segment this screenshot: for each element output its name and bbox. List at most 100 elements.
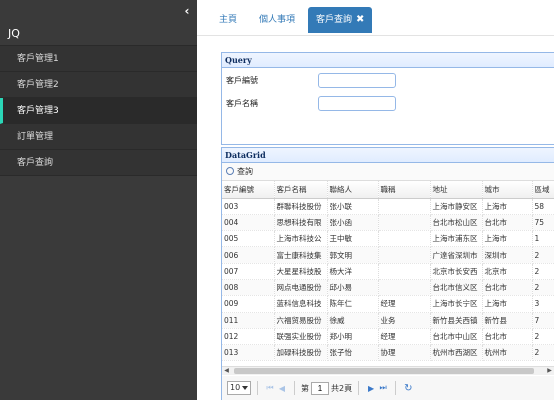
- table-cell: 3: [532, 295, 554, 313]
- table-cell: 六福贸易股份: [274, 312, 328, 329]
- table-cell: 郭文明: [327, 246, 379, 264]
- page-size-value: 10: [230, 383, 241, 392]
- tab-customer-query-label: 客戶查詢: [316, 15, 353, 25]
- table-cell: 杭州市西湖区: [430, 344, 483, 362]
- table-cell: 58: [532, 198, 554, 215]
- table-row[interactable]: 004 思想科技有限 张小函 台北市松山区 台北市 75: [222, 214, 554, 232]
- table-cell: 2: [532, 344, 554, 362]
- table-cell: 上海市静安区: [430, 198, 483, 215]
- table-cell: 蓝科信息科技: [274, 295, 328, 313]
- search-button[interactable]: 查詢: [226, 167, 253, 176]
- table-cell: 上海市: [482, 230, 533, 248]
- divider: [294, 381, 295, 395]
- table-cell: 1: [532, 230, 554, 248]
- datagrid-table-wrap: 客戶編號 客戶名稱 聯絡人 職稱 地址 城市 區域 003 群聯科技股份 张小联 上海…: [222, 181, 554, 366]
- next-page-icon[interactable]: ▶: [365, 384, 377, 393]
- column-header[interactable]: 客戶編號: [222, 181, 275, 199]
- column-header[interactable]: 客戶名稱: [274, 181, 328, 199]
- table-cell: 2: [532, 246, 554, 264]
- table-row[interactable]: 007 大星星科技股 杨大洋 北京市长安西 北京市 2: [222, 263, 554, 280]
- column-header[interactable]: 城市: [482, 181, 533, 199]
- sidebar-item-customer-mgmt-1[interactable]: 客戶管理1: [0, 46, 197, 72]
- customer-name-label: 客戶名稱: [226, 99, 258, 108]
- table-row[interactable]: 003 群聯科技股份 张小联 上海市静安区 上海市 58: [222, 198, 554, 215]
- table-cell: 台北市中山区: [430, 328, 483, 346]
- collapse-sidebar-icon[interactable]: ‹: [181, 4, 193, 18]
- previous-page-icon[interactable]: ◀: [276, 384, 288, 393]
- search-icon: [226, 167, 234, 175]
- scrollbar-thumb[interactable]: [234, 368, 534, 374]
- table-cell: 业务: [378, 312, 431, 329]
- table-cell: [378, 246, 431, 264]
- search-button-label: 查詢: [237, 167, 253, 176]
- last-page-icon[interactable]: ⏭: [377, 383, 389, 393]
- tab-customer-query[interactable]: 客戶查詢 ✖: [308, 7, 373, 33]
- divider: [257, 381, 258, 395]
- customer-name-input[interactable]: [318, 96, 396, 111]
- sidebar: ‹ JQ 客戶管理1 客戶管理2 客戶管理3 訂單管理 客戶查詢: [0, 0, 197, 400]
- table-cell: [378, 214, 431, 232]
- table-cell: 上海市科技公: [274, 230, 328, 248]
- table-cell: [378, 279, 431, 297]
- first-page-icon[interactable]: ⏮: [264, 383, 276, 393]
- scroll-left-icon[interactable]: ◀: [222, 367, 231, 375]
- table-cell: 2: [532, 279, 554, 297]
- table-cell: [378, 230, 431, 248]
- customer-id-input[interactable]: [318, 73, 396, 88]
- header-row: 客戶編號 客戶名稱 聯絡人 職稱 地址 城市 區域: [222, 181, 554, 199]
- scroll-right-icon[interactable]: ▶: [545, 367, 554, 375]
- table-cell: 2: [532, 263, 554, 280]
- column-header[interactable]: 職稱: [378, 181, 431, 199]
- sidebar-item-customer-query[interactable]: 客戶查詢: [0, 150, 197, 176]
- page-size-select[interactable]: 10: [227, 381, 251, 395]
- table-cell: 北京市长安西: [430, 263, 483, 280]
- column-header[interactable]: 區域: [532, 181, 554, 199]
- table-cell: 006: [222, 246, 275, 264]
- table-cell: 台北市松山区: [430, 214, 483, 232]
- page-number-input[interactable]: [311, 381, 329, 395]
- table-cell: [378, 263, 431, 280]
- table-cell: 7: [532, 312, 554, 329]
- sidebar-item-customer-mgmt-3[interactable]: 客戶管理3: [0, 98, 197, 124]
- column-header[interactable]: 聯絡人: [327, 181, 379, 199]
- table-cell: 009: [222, 295, 275, 313]
- table-cell: 广達省深圳市: [430, 246, 483, 264]
- page-prefix-label: 第: [301, 383, 309, 393]
- tab-home[interactable]: 主頁: [219, 8, 237, 32]
- close-tab-icon[interactable]: ✖: [356, 14, 364, 25]
- table-cell: 郑小明: [327, 328, 379, 346]
- table-row[interactable]: 012 联强实业股份 郑小明 经理 台北市中山区 台北市 2: [222, 328, 554, 346]
- table-cell: 011: [222, 312, 275, 329]
- table-cell: 邱小易: [327, 279, 379, 297]
- table-cell: 013: [222, 344, 275, 362]
- tab-personal-items[interactable]: 個人事項: [259, 8, 295, 32]
- table-cell: 杭州市: [482, 344, 533, 362]
- datagrid-toolbar: 查詢: [222, 163, 554, 181]
- table-row[interactable]: 011 六福贸易股份 徐威 业务 新竹县关西镇 新竹县 7: [222, 312, 554, 329]
- sidebar-item-customer-mgmt-2[interactable]: 客戶管理2: [0, 72, 197, 98]
- table-cell: 新竹县: [482, 312, 533, 329]
- table-cell: 大星星科技股: [274, 263, 328, 280]
- tab-bar: 主頁 個人事項 客戶查詢 ✖: [197, 0, 554, 36]
- horizontal-scrollbar[interactable]: ◀ ▶: [222, 366, 554, 375]
- table-cell: 深圳市: [482, 246, 533, 264]
- table-cell: 004: [222, 214, 275, 232]
- sidebar-item-order-mgmt[interactable]: 訂單管理: [0, 124, 197, 150]
- table-row[interactable]: 008 网点电通股份 邱小易 台北市信义区 台北市 2: [222, 279, 554, 297]
- table-row[interactable]: 009 蓝科信息科技 陈年仁 经理 上海市长宁区 上海市 3: [222, 295, 554, 313]
- table-cell: 007: [222, 263, 275, 280]
- table-cell: 杨大洋: [327, 263, 379, 280]
- table-cell: 协理: [378, 344, 431, 362]
- table-row[interactable]: 005 上海市科技公 王中敏 上海市浦东区 上海市 1: [222, 230, 554, 248]
- table-row[interactable]: 006 富士康科技集 郭文明 广達省深圳市 深圳市 2: [222, 246, 554, 264]
- main-content: 主頁 個人事項 客戶查詢 ✖ Query 客戶編號 客戶名稱 DataGrid 查…: [197, 0, 554, 400]
- refresh-icon[interactable]: ↻: [404, 383, 412, 394]
- table-cell: 008: [222, 279, 275, 297]
- table-cell: 台北市: [482, 279, 533, 297]
- table-cell: 联强实业股份: [274, 328, 328, 346]
- divider: [358, 381, 360, 395]
- query-panel-title: Query: [222, 53, 554, 68]
- column-header[interactable]: 地址: [430, 181, 483, 199]
- table-row[interactable]: 013 加碌科技股份 张子怡 协理 杭州市西湖区 杭州市 2: [222, 344, 554, 362]
- table-cell: 新竹县关西镇: [430, 312, 483, 329]
